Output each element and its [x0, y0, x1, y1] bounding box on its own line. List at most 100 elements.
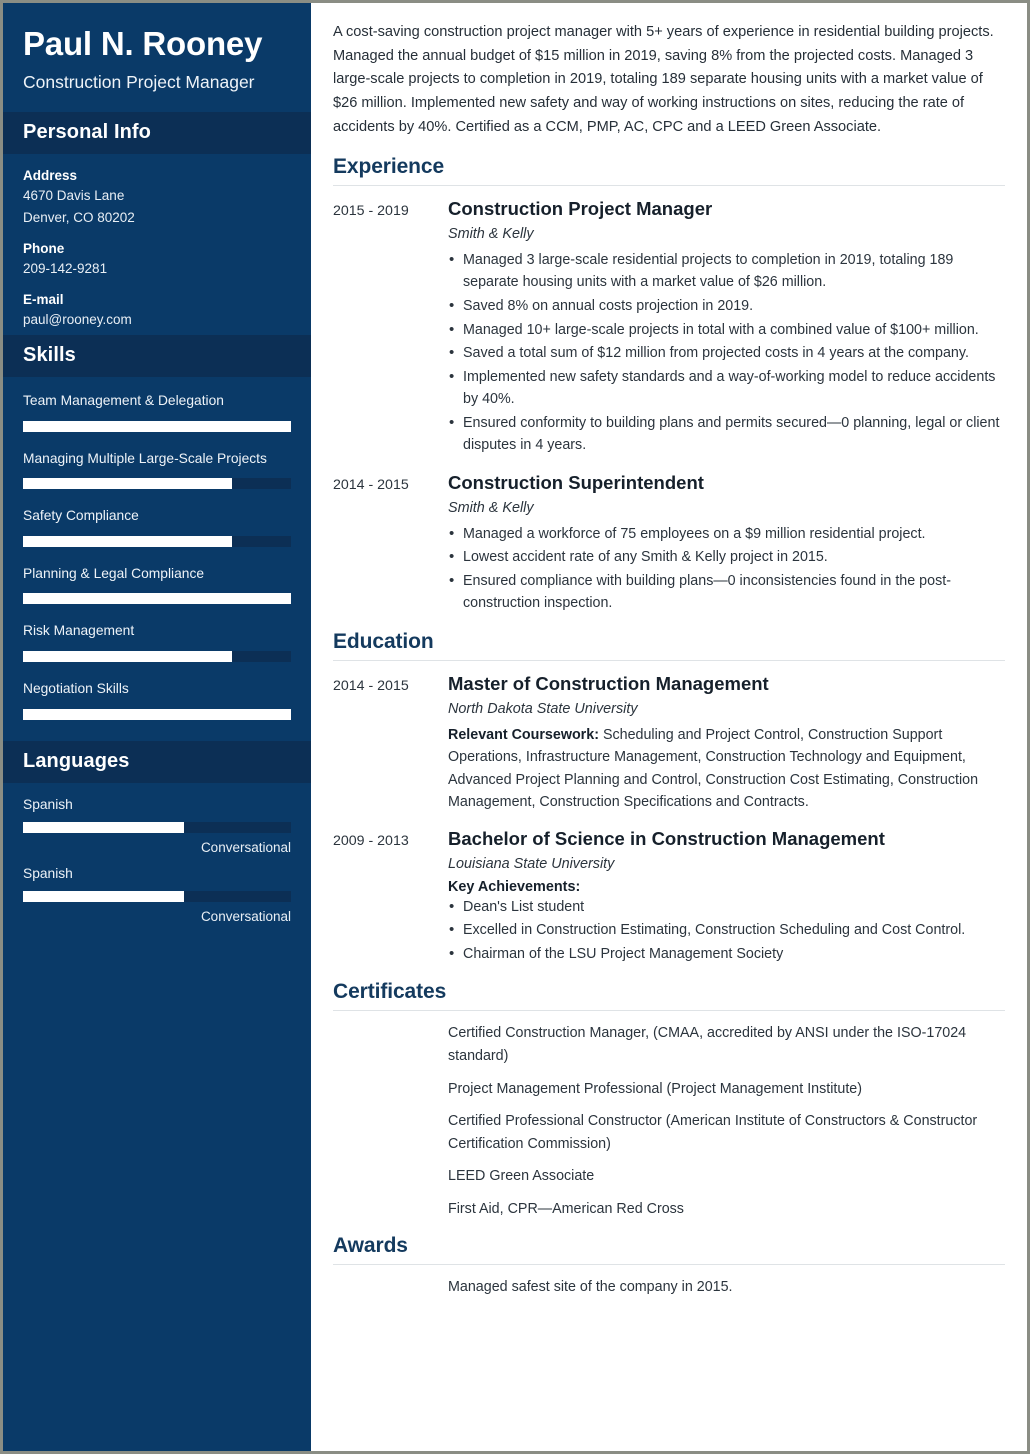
bullet-item: Managed 3 large-scale residential projec…	[448, 248, 1005, 294]
bullet-item: Managed 10+ large-scale projects in tota…	[448, 318, 1005, 342]
entry-body: Master of Construction Management North D…	[448, 672, 1005, 814]
skill-bar-fill	[23, 478, 233, 490]
experience-entries: 2015 - 2019 Construction Project Manager S…	[333, 197, 1005, 616]
skills-heading: Skills	[3, 335, 311, 378]
awards-heading: Awards	[333, 1234, 1005, 1266]
entry-dates-empty	[333, 1198, 448, 1221]
certificates-section: Certificates Certified Construction Mana…	[333, 980, 1005, 1220]
education-heading: Education	[333, 630, 1005, 662]
entry-organization: North Dakota State University	[448, 701, 638, 718]
entry-dates: 2014 - 2015	[333, 477, 409, 494]
language-bar-track	[23, 821, 291, 833]
skills-body: Team Management & Delegation Managing Mul…	[3, 377, 311, 740]
skill-label: Managing Multiple Large-Scale Projects	[23, 450, 267, 466]
language-label: Spanish	[23, 865, 73, 881]
skill-item: Risk Management	[23, 621, 291, 663]
entry-title: Bachelor of Science in Construction Mana…	[448, 828, 885, 849]
skill-label: Team Management & Delegation	[23, 393, 224, 409]
bullet-item: Managed a workforce of 75 employees on a…	[448, 522, 1005, 546]
skill-label: Risk Management	[23, 623, 135, 639]
certificate-item: Certified Professional Constructor (Amer…	[448, 1113, 978, 1152]
skill-item: Planning & Legal Compliance	[23, 564, 291, 605]
languages-body: Spanish Conversational Spanish Conversation…	[3, 783, 311, 939]
award-item: Managed safest site of the company in 20…	[448, 1279, 733, 1296]
certificates-heading: Certificates	[333, 980, 1005, 1012]
language-bar-track	[23, 890, 291, 902]
entry-organization: Smith & Kelly	[448, 226, 534, 243]
bullet-item: Lowest accident rate of any Smith & Kell…	[448, 545, 1005, 569]
skill-item: Team Management & Delegation	[23, 391, 291, 432]
certificate-item: LEED Green Associate	[448, 1168, 595, 1185]
personal-info-value: 209-142-9281	[23, 261, 108, 277]
resume-entry: Project Management Professional (Project…	[333, 1078, 1005, 1101]
entry-body: Bachelor of Science in Construction Mana…	[448, 827, 1005, 966]
skill-label: Negotiation Skills	[23, 681, 129, 697]
entry-title: Master of Construction Management	[448, 673, 769, 695]
personal-info-value: 4670 Davis Lane Denver, CO 80202	[23, 188, 135, 226]
candidate-name: Paul N. Rooney	[23, 25, 263, 62]
certificate-item: Project Management Professional (Project…	[448, 1080, 863, 1097]
skill-bar-fill	[23, 708, 291, 720]
skill-item: Safety Compliance	[23, 506, 291, 547]
bullet-item: Ensured conformity to building plans and…	[448, 411, 1005, 457]
bullet-item: Implemented new safety standards and a w…	[448, 365, 1005, 411]
entry-bullets: Managed 3 large-scale residential projec…	[448, 248, 1005, 457]
bullet-item: Excelled in Construction Estimating, Con…	[448, 918, 1005, 942]
entry-dates-empty	[333, 1078, 448, 1101]
personal-info-label: Phone	[23, 241, 65, 257]
skill-item: Negotiation Skills	[23, 679, 291, 720]
experience-heading: Experience	[333, 155, 1005, 187]
entry-body: Construction Superintendent Smith & Kelly…	[448, 471, 1005, 616]
award-entries: Managed safest site of the company in 20…	[333, 1276, 1005, 1299]
skill-bar-track	[23, 535, 291, 547]
entry-dates: 2015 - 2019	[333, 203, 409, 220]
language-label: Spanish	[23, 796, 73, 812]
skill-list: Team Management & Delegation Managing Mul…	[23, 391, 291, 720]
language-list: Spanish Conversational Spanish Conversation…	[23, 797, 291, 924]
achievements-label: Key Achievements:	[448, 878, 581, 895]
entry-dates-empty	[333, 1165, 448, 1188]
personal-info-heading: Personal Info	[3, 112, 311, 155]
language-bar-fill	[23, 821, 184, 833]
skill-bar-fill	[23, 593, 291, 605]
coursework-label: Relevant Coursework:	[448, 726, 599, 743]
skill-bar-track	[23, 478, 291, 490]
name-block: Paul N. Rooney Construction Project Mana…	[3, 3, 311, 112]
resume-entry: Certified Professional Constructor (Amer…	[333, 1110, 1005, 1155]
entry-title: Construction Project Manager	[448, 198, 713, 220]
skill-bar-track	[23, 593, 291, 605]
entry-organization: Smith & Kelly	[448, 500, 534, 517]
skill-bar-track	[23, 420, 291, 432]
entry-body: Construction Project Manager Smith & Kell…	[448, 197, 1005, 458]
personal-info-value: paul@rooney.com	[23, 312, 132, 328]
entry-dates: 2014 - 2015	[333, 678, 409, 695]
language-proficiency: Conversational	[200, 908, 291, 924]
skill-item: Managing Multiple Large-Scale Projects	[23, 449, 291, 490]
language-proficiency: Conversational	[200, 839, 291, 855]
language-bar-fill	[23, 890, 184, 902]
resume-entry: 2014 - 2015 Construction Superintendent Sm…	[333, 471, 1005, 616]
bullet-item: Saved 8% on annual costs projection in 2…	[448, 294, 1005, 318]
personal-info-fields: Address 4670 Davis Lane Denver, CO 80202 Ph…	[23, 168, 291, 331]
resume-entry: 2015 - 2019 Construction Project Manager S…	[333, 197, 1005, 458]
skill-bar-track	[23, 708, 291, 720]
main-content: A cost-saving construction project manag…	[311, 3, 1027, 1451]
certificate-item: Certified Construction Manager, (CMAA, a…	[448, 1025, 967, 1064]
certificate-item: First Aid, CPR—American Red Cross	[448, 1200, 684, 1217]
resume-entry: First Aid, CPR—American Red Cross	[333, 1198, 1005, 1221]
resume-page: Paul N. Rooney Construction Project Mana…	[0, 0, 1030, 1454]
bullet-item: Ensured compliance with building plans—0…	[448, 569, 1005, 615]
skill-bar-fill	[23, 535, 233, 547]
experience-section: Experience 2015 - 2019 Construction Proje…	[333, 155, 1005, 616]
resume-entry: 2014 - 2015 Master of Construction Manage…	[333, 672, 1005, 814]
bullet-item: Chairman of the LSU Project Management S…	[448, 942, 1005, 966]
personal-info-body: Address 4670 Davis Lane Denver, CO 80202 Ph…	[3, 154, 311, 335]
education-entries: 2014 - 2015 Master of Construction Manage…	[333, 672, 1005, 966]
entry-coursework: Relevant Coursework: Scheduling and Proj…	[448, 726, 979, 811]
skill-bar-track	[23, 651, 291, 663]
resume-entry: Certified Construction Manager, (CMAA, a…	[333, 1022, 1005, 1067]
certificate-entries: Certified Construction Manager, (CMAA, a…	[333, 1022, 1005, 1220]
entry-dates-empty	[333, 1110, 448, 1155]
education-section: Education 2014 - 2015 Master of Construct…	[333, 630, 1005, 966]
entry-title: Construction Superintendent	[448, 472, 704, 494]
